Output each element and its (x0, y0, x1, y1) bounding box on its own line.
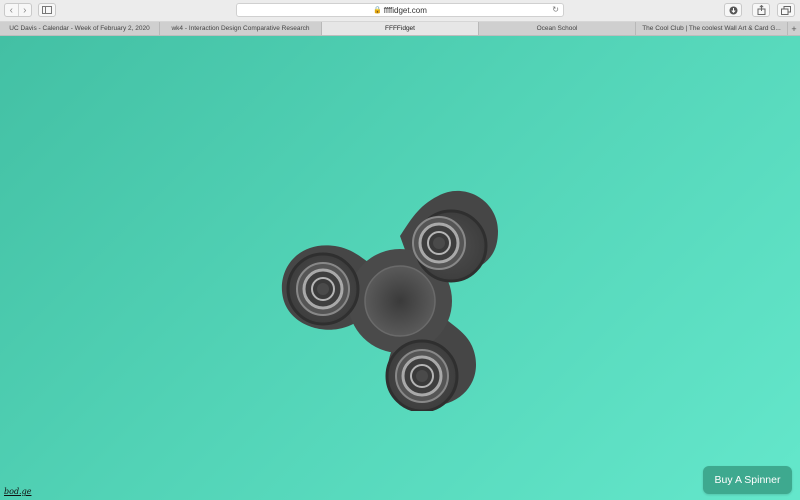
back-button[interactable]: ‹ (5, 4, 18, 16)
bearing-top-right (412, 216, 466, 270)
download-icon (729, 6, 737, 14)
url-text: ffffidget.com (383, 5, 427, 15)
tab-cool-club[interactable]: The Cool Club | The coolest Wall Art & C… (636, 22, 788, 35)
credit-link[interactable]: bod.ge (4, 487, 31, 496)
tab-uc-davis-calendar[interactable]: UC Davis - Calendar - Week of February 2… (0, 22, 160, 35)
address-bar[interactable]: 🔒 ffffidget.com ↻ (236, 3, 564, 17)
bearing-bottom (395, 349, 449, 403)
chevron-left-icon: ‹ (9, 4, 13, 16)
tab-ocean-school[interactable]: Ocean School (479, 22, 636, 35)
nav-buttons: ‹ › (4, 3, 32, 17)
sidebar-button[interactable] (38, 3, 56, 17)
fidget-spinner[interactable] (260, 151, 520, 411)
forward-button[interactable]: › (17, 4, 32, 16)
tab-wk4-research[interactable]: wk4 - Interaction Design Comparative Res… (160, 22, 322, 35)
center-cap (364, 265, 436, 337)
tabs-overview-icon (781, 5, 791, 15)
tab-bar: UC Davis - Calendar - Week of February 2… (0, 22, 800, 36)
share-icon (757, 5, 765, 15)
new-tab-button[interactable]: + (788, 22, 800, 35)
share-button[interactable] (752, 3, 770, 17)
plus-icon: + (791, 23, 797, 34)
lock-icon: 🔒 (373, 7, 382, 14)
page-content: bod.ge Buy A Spinner (0, 36, 800, 500)
tab-ffffidget[interactable]: FFFFidget (322, 22, 479, 35)
browser-toolbar: ‹ › 🔒 ffffidget.com ↻ (0, 0, 800, 22)
sidebar-icon (42, 6, 52, 14)
browser-window: ‹ › 🔒 ffffidget.com ↻ UC Davis - Calenda… (0, 0, 800, 500)
chevron-right-icon: › (23, 4, 27, 16)
download-button[interactable] (724, 3, 742, 17)
reload-icon[interactable]: ↻ (552, 5, 559, 14)
buy-spinner-button[interactable]: Buy A Spinner (703, 466, 792, 494)
bearing-left (296, 262, 350, 316)
tabs-overview-button[interactable] (777, 3, 795, 17)
